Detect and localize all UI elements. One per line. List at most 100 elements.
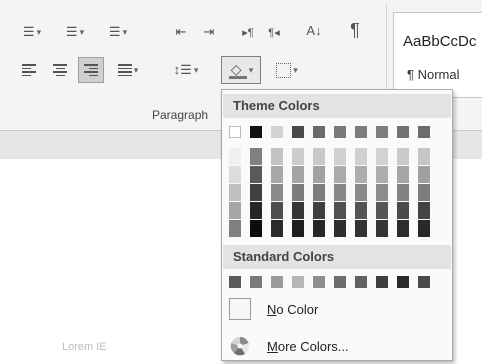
color-swatch[interactable] (313, 166, 325, 183)
color-swatch[interactable] (376, 184, 388, 201)
color-swatch[interactable] (418, 184, 430, 201)
color-swatch[interactable] (355, 220, 367, 237)
color-swatch[interactable] (292, 220, 304, 237)
chevron-down-icon[interactable]: ▾ (37, 27, 42, 38)
color-swatch[interactable] (313, 184, 325, 201)
color-swatch[interactable] (292, 202, 304, 219)
color-swatch[interactable] (334, 202, 346, 219)
color-swatch[interactable] (271, 220, 283, 237)
style-name-normal: ¶ Normal (407, 67, 460, 82)
chevron-down-icon[interactable]: ▾ (293, 65, 298, 76)
color-swatch[interactable] (397, 166, 409, 183)
color-swatch[interactable] (250, 166, 262, 183)
styles-gallery[interactable]: AaBbCcDc ¶ Normal (393, 12, 482, 98)
color-swatch[interactable] (418, 148, 430, 165)
show-hide-marks-button[interactable]: ¶ (343, 18, 367, 42)
align-left-button[interactable] (18, 58, 40, 82)
decrease-indent-button[interactable]: ⇤ (169, 20, 193, 44)
color-swatch[interactable] (376, 166, 388, 183)
color-swatch[interactable] (334, 126, 346, 138)
chevron-down-icon[interactable]: ▾ (123, 27, 128, 38)
color-swatch[interactable] (271, 202, 283, 219)
color-swatch[interactable] (397, 184, 409, 201)
bullets-button[interactable]: ☰ ▾ (12, 20, 52, 44)
color-swatch[interactable] (313, 148, 325, 165)
color-swatch[interactable] (334, 184, 346, 201)
color-swatch[interactable] (355, 148, 367, 165)
color-swatch[interactable] (418, 202, 430, 219)
color-swatch[interactable] (418, 126, 430, 138)
sort-button[interactable]: A↓ (302, 18, 326, 42)
color-swatch[interactable] (292, 184, 304, 201)
color-swatch[interactable] (292, 166, 304, 183)
color-swatch[interactable] (376, 148, 388, 165)
color-swatch[interactable] (250, 202, 262, 219)
color-swatch[interactable] (418, 220, 430, 237)
borders-button[interactable]: ▾ (267, 58, 307, 82)
color-swatch[interactable] (271, 276, 283, 288)
ltr-button[interactable]: ▸¶ (236, 20, 260, 44)
rtl-button[interactable]: ¶◂ (262, 20, 286, 44)
color-swatch[interactable] (292, 148, 304, 165)
color-swatch[interactable] (229, 126, 241, 138)
color-swatch[interactable] (229, 166, 241, 183)
color-swatch[interactable] (376, 276, 388, 288)
color-swatch[interactable] (376, 220, 388, 237)
color-swatch[interactable] (397, 276, 409, 288)
chevron-down-icon[interactable]: ▾ (80, 27, 85, 38)
color-swatch[interactable] (229, 220, 241, 237)
color-swatch[interactable] (271, 148, 283, 165)
color-swatch[interactable] (397, 148, 409, 165)
color-swatch[interactable] (376, 202, 388, 219)
numbering-button[interactable]: ☰ ▾ (55, 20, 95, 44)
color-swatch[interactable] (355, 202, 367, 219)
color-swatch[interactable] (313, 220, 325, 237)
color-swatch[interactable] (313, 126, 325, 138)
numbering-icon: ☰ (65, 24, 78, 39)
color-swatch[interactable] (313, 276, 325, 288)
color-swatch[interactable] (355, 126, 367, 138)
color-swatch[interactable] (229, 148, 241, 165)
multilevel-list-button[interactable]: ☰ ▾ (98, 20, 138, 44)
line-spacing-button[interactable]: ↕☰ ▾ (166, 58, 206, 82)
document-faint-text: Lorem IE (62, 341, 107, 353)
color-swatch[interactable] (397, 126, 409, 138)
more-colors-item[interactable]: More Colors... (223, 332, 451, 360)
color-swatch[interactable] (229, 202, 241, 219)
color-swatch[interactable] (250, 126, 262, 138)
no-color-item[interactable]: No Color (223, 295, 451, 323)
color-swatch[interactable] (271, 184, 283, 201)
color-swatch[interactable] (250, 148, 262, 165)
color-swatch[interactable] (334, 276, 346, 288)
color-swatch[interactable] (292, 276, 304, 288)
color-swatch[interactable] (334, 148, 346, 165)
color-swatch[interactable] (271, 126, 283, 138)
color-swatch[interactable] (250, 184, 262, 201)
color-swatch[interactable] (418, 166, 430, 183)
chevron-down-icon[interactable]: ▾ (194, 65, 199, 76)
color-swatch[interactable] (271, 166, 283, 183)
color-swatch[interactable] (355, 184, 367, 201)
color-swatch[interactable] (229, 276, 241, 288)
chevron-down-icon[interactable]: ▾ (249, 65, 254, 76)
align-right-button[interactable] (78, 57, 104, 83)
align-left-icon (22, 62, 36, 78)
justify-button[interactable]: ▾ (110, 58, 146, 82)
color-swatch[interactable] (250, 220, 262, 237)
color-swatch[interactable] (418, 276, 430, 288)
color-swatch[interactable] (334, 166, 346, 183)
color-swatch[interactable] (355, 276, 367, 288)
color-swatch[interactable] (397, 202, 409, 219)
color-swatch[interactable] (313, 202, 325, 219)
color-swatch[interactable] (355, 166, 367, 183)
color-swatch[interactable] (292, 126, 304, 138)
color-swatch[interactable] (229, 184, 241, 201)
color-swatch[interactable] (376, 126, 388, 138)
increase-indent-button[interactable]: ⇥ (197, 20, 221, 44)
shading-button[interactable]: ◇ ▾ (221, 56, 261, 84)
chevron-down-icon[interactable]: ▾ (134, 65, 139, 76)
align-center-button[interactable] (49, 58, 71, 82)
color-swatch[interactable] (250, 276, 262, 288)
color-swatch[interactable] (397, 220, 409, 237)
color-swatch[interactable] (334, 220, 346, 237)
